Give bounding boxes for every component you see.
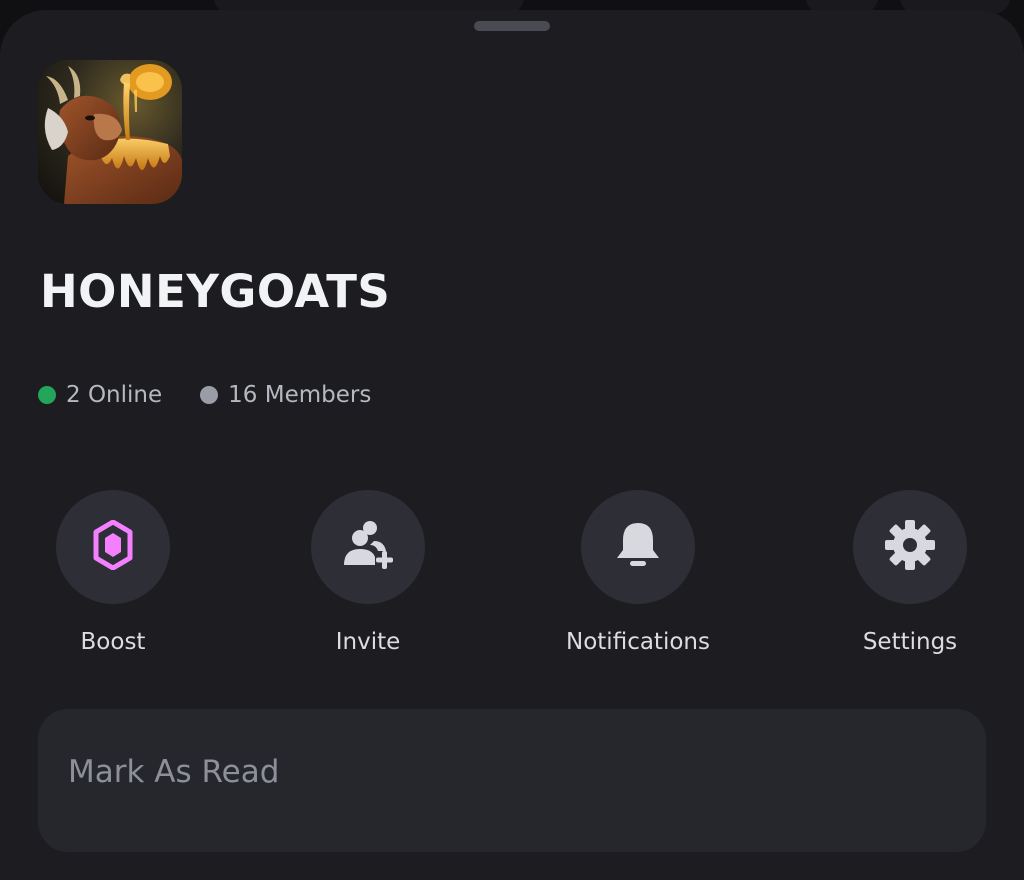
online-count-label: 2 Online bbox=[66, 382, 163, 408]
gear-icon bbox=[883, 518, 937, 576]
notifications-label: Notifications bbox=[566, 629, 710, 655]
members-status-dot bbox=[200, 386, 219, 404]
mark-as-read-label: Mark As Read bbox=[68, 754, 280, 790]
server-stats: 2 Online 16 Members bbox=[38, 370, 371, 420]
boost-label: Boost bbox=[80, 629, 146, 655]
server-icon bbox=[38, 60, 182, 204]
invite-person-add-icon bbox=[340, 519, 396, 575]
invite-button-circle[interactable] bbox=[311, 490, 425, 604]
invite-button[interactable]: Invite bbox=[278, 490, 458, 655]
invite-label: Invite bbox=[335, 629, 401, 655]
drag-handle[interactable] bbox=[474, 21, 550, 31]
server-bottom-sheet: HONEYGOATS 2 Online 16 Members Boost Inv… bbox=[0, 10, 1024, 880]
online-status-dot bbox=[38, 386, 56, 404]
mark-as-read-button[interactable]: Mark As Read bbox=[38, 709, 986, 852]
boost-button[interactable]: Boost bbox=[23, 490, 203, 655]
bell-icon bbox=[615, 520, 661, 574]
settings-button[interactable]: Settings bbox=[820, 490, 1000, 655]
notifications-button-circle[interactable] bbox=[581, 490, 695, 604]
goat-honey-image bbox=[38, 60, 182, 204]
member-count: 16 Members bbox=[200, 382, 371, 408]
member-count-label: 16 Members bbox=[228, 382, 372, 408]
settings-label: Settings bbox=[862, 629, 958, 655]
online-count: 2 Online bbox=[38, 382, 162, 408]
settings-button-circle[interactable] bbox=[853, 490, 967, 604]
boost-button-circle[interactable] bbox=[56, 490, 170, 604]
server-name: HONEYGOATS bbox=[40, 265, 391, 318]
boost-gem-icon bbox=[93, 519, 133, 574]
notifications-button[interactable]: Notifications bbox=[548, 490, 728, 655]
